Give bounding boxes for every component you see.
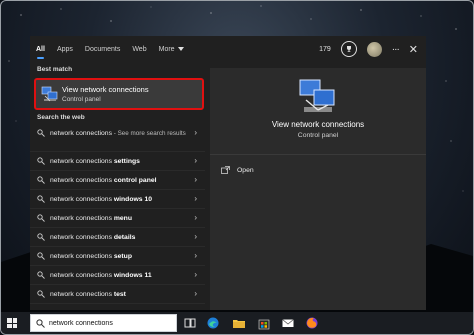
best-match-result[interactable]: View network connections Control panel xyxy=(34,78,204,110)
web-suggestion-item[interactable]: network connections test › xyxy=(30,285,205,304)
web-suggestion-item[interactable]: network connections setup › xyxy=(30,247,205,266)
preview-pane: View network connections Control panel O… xyxy=(210,68,426,310)
suggestion-text: network connections menu xyxy=(50,214,188,223)
search-icon xyxy=(37,214,45,222)
suggestion-query: network connections xyxy=(50,253,114,260)
suggestion-query: network connections xyxy=(50,215,114,222)
best-match-heading: Best match xyxy=(37,66,73,73)
suggestion-query: network connections xyxy=(50,272,114,279)
tab-more-label: More xyxy=(158,45,175,53)
preview-title: View network connections xyxy=(271,120,365,129)
suggestion-text: network connections control panel xyxy=(50,176,188,185)
chevron-right-icon[interactable]: › xyxy=(194,251,197,260)
search-icon xyxy=(37,290,45,298)
preview-subtitle: Control panel xyxy=(297,132,339,139)
search-icon xyxy=(37,157,45,165)
suggestion-bold: settings xyxy=(113,158,140,165)
more-options-icon[interactable]: ··· xyxy=(392,44,400,55)
search-icon xyxy=(37,195,45,203)
search-icon xyxy=(37,129,45,137)
chevron-right-icon[interactable]: › xyxy=(194,270,197,279)
suggestion-text: network connections windows 11 xyxy=(50,271,188,280)
file-explorer-icon[interactable] xyxy=(232,316,246,330)
search-input[interactable] xyxy=(49,317,173,329)
web-suggestion-item[interactable]: network connections windows 10 › xyxy=(30,190,205,209)
search-icon xyxy=(36,319,45,328)
chevron-right-icon[interactable]: › xyxy=(194,289,197,298)
search-icon xyxy=(37,176,45,184)
edge-browser-icon[interactable] xyxy=(206,316,220,330)
open-label: Open xyxy=(237,166,254,174)
web-suggestion-item[interactable]: network connections settings › xyxy=(30,152,205,171)
chevron-down-icon xyxy=(177,47,184,51)
suggestion-bold: menu xyxy=(113,215,132,222)
suggestion-query: network connections xyxy=(50,196,114,203)
open-action[interactable]: Open xyxy=(221,166,254,174)
suggestion-text: network connections windows 10 xyxy=(50,195,188,204)
web-suggestion-item[interactable]: network connections menu › xyxy=(30,209,205,228)
chevron-right-icon[interactable]: › xyxy=(194,175,197,184)
task-view-icon[interactable] xyxy=(183,316,197,330)
rewards-points: 179 xyxy=(319,45,331,53)
network-connections-icon xyxy=(299,79,335,112)
chevron-right-icon[interactable]: › xyxy=(194,128,197,137)
suggestion-query: network connections xyxy=(50,234,114,241)
web-suggestion-item[interactable]: network connections control panel › xyxy=(30,171,205,190)
suggestion-text: network connections details xyxy=(50,233,188,242)
chevron-right-icon[interactable]: › xyxy=(194,194,197,203)
preview-header: View network connections Control panel xyxy=(210,68,426,155)
suggestion-hint: - See more search results xyxy=(111,130,186,137)
web-suggestion-item[interactable]: network connections details › xyxy=(30,228,205,247)
best-match-title: View network connections xyxy=(62,85,149,94)
mail-icon[interactable] xyxy=(281,316,295,330)
trophy-glyph xyxy=(346,46,351,52)
tab-apps[interactable]: Apps xyxy=(51,36,79,62)
header-actions: 179 ··· ✕ xyxy=(319,36,418,62)
suggestion-query: network connections xyxy=(50,177,114,184)
web-suggestion-item[interactable]: network connections - See more search re… xyxy=(30,124,205,152)
suggestion-bold: setup xyxy=(113,253,132,260)
start-search-panel: All Apps Documents Web More 179 ··· ✕ Be… xyxy=(30,36,426,310)
search-web-heading: Search the web xyxy=(37,114,85,121)
web-suggestion-item[interactable]: network connections windows 11 › xyxy=(30,266,205,285)
suggestion-text: network connections setup xyxy=(50,252,188,261)
chevron-right-icon[interactable]: › xyxy=(194,213,197,222)
suggestion-query: network connections xyxy=(50,158,114,165)
search-icon xyxy=(37,233,45,241)
suggestion-bold: control panel xyxy=(113,177,157,184)
search-tabs-bar: All Apps Documents Web More 179 ··· ✕ xyxy=(30,36,426,62)
search-icon xyxy=(37,271,45,279)
chevron-right-icon[interactable]: › xyxy=(194,232,197,241)
taskbar-search-box[interactable] xyxy=(30,314,177,332)
suggestion-bold: details xyxy=(113,234,136,241)
tab-all[interactable]: All xyxy=(30,36,51,62)
desktop: All Apps Documents Web More 179 ··· ✕ Be… xyxy=(0,0,474,335)
tab-more[interactable]: More xyxy=(153,36,190,62)
suggestion-query: network connections xyxy=(50,291,114,298)
suggestion-text: network connections - See more search re… xyxy=(50,129,188,138)
chevron-right-icon[interactable]: › xyxy=(194,156,197,165)
web-suggestions: network connections - See more search re… xyxy=(30,124,205,304)
close-icon[interactable]: ✕ xyxy=(409,43,418,56)
suggestion-query: network connections xyxy=(50,130,112,137)
rewards-trophy-icon[interactable] xyxy=(340,41,357,57)
tab-web[interactable]: Web xyxy=(126,36,152,62)
suggestion-text: network connections test xyxy=(50,290,188,299)
open-icon xyxy=(221,166,230,174)
suggestion-bold: test xyxy=(113,291,126,298)
firefox-icon[interactable] xyxy=(305,316,319,330)
results-list: Best match View network connections Cont… xyxy=(30,62,205,310)
suggestion-bold: windows 10 xyxy=(113,196,153,203)
user-avatar[interactable] xyxy=(366,41,382,57)
windows-start-icon[interactable] xyxy=(7,318,17,328)
taskbar xyxy=(1,312,473,334)
tab-documents[interactable]: Documents xyxy=(79,36,126,62)
store-icon[interactable] xyxy=(257,316,271,330)
best-match-subtitle: Control panel xyxy=(62,96,101,103)
suggestion-text: network connections settings xyxy=(50,157,188,166)
search-icon xyxy=(37,252,45,260)
suggestion-bold: windows 11 xyxy=(113,272,152,279)
network-connections-icon xyxy=(41,86,58,102)
